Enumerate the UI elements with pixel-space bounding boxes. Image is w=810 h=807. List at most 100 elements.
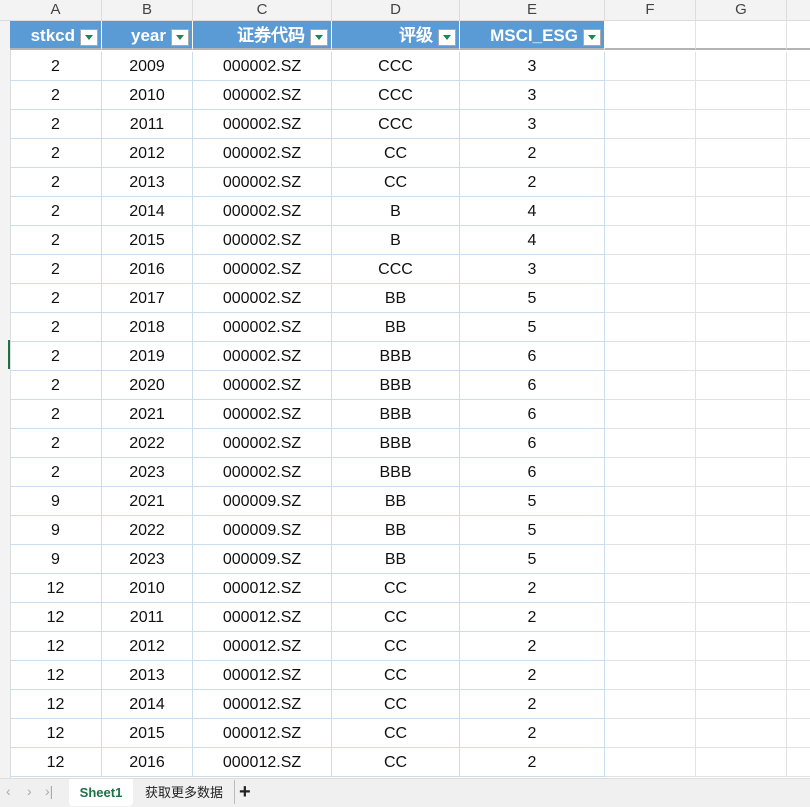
cell[interactable]: 2 — [10, 284, 102, 313]
cell[interactable]: 2 — [10, 458, 102, 487]
cell[interactable]: 5 — [460, 516, 605, 545]
empty-cell[interactable] — [696, 429, 787, 458]
filter-dropdown-icon[interactable] — [438, 29, 456, 46]
empty-cell[interactable] — [605, 748, 696, 777]
empty-cell[interactable] — [696, 719, 787, 748]
empty-cell[interactable] — [605, 719, 696, 748]
empty-cell[interactable] — [696, 21, 787, 50]
empty-cell[interactable] — [605, 429, 696, 458]
empty-cell[interactable] — [696, 400, 787, 429]
cell[interactable]: 2014 — [102, 690, 193, 719]
cell[interactable]: B — [332, 197, 460, 226]
empty-cell[interactable] — [787, 690, 810, 719]
empty-cell[interactable] — [605, 52, 696, 81]
empty-cell[interactable] — [787, 81, 810, 110]
cell[interactable]: 3 — [460, 52, 605, 81]
cell[interactable]: 5 — [460, 487, 605, 516]
cell[interactable]: 12 — [10, 748, 102, 777]
header-cell[interactable]: 评级 — [332, 21, 460, 50]
empty-cell[interactable] — [787, 603, 810, 632]
empty-cell[interactable] — [696, 313, 787, 342]
empty-cell[interactable] — [787, 487, 810, 516]
cell[interactable]: CC — [332, 139, 460, 168]
empty-cell[interactable] — [605, 21, 696, 50]
empty-cell[interactable] — [696, 139, 787, 168]
cell[interactable]: 2010 — [102, 574, 193, 603]
cell[interactable]: BBB — [332, 342, 460, 371]
empty-cell[interactable] — [696, 284, 787, 313]
empty-cell[interactable] — [605, 81, 696, 110]
cell[interactable]: 2 — [10, 400, 102, 429]
empty-cell[interactable] — [605, 371, 696, 400]
cell[interactable]: 2021 — [102, 400, 193, 429]
cell[interactable]: CC — [332, 661, 460, 690]
cell[interactable]: 2011 — [102, 603, 193, 632]
empty-cell[interactable] — [787, 632, 810, 661]
cell[interactable]: 000002.SZ — [193, 400, 332, 429]
header-cell[interactable]: year — [102, 21, 193, 50]
empty-cell[interactable] — [787, 110, 810, 139]
column-header-c[interactable]: C — [193, 0, 332, 20]
cell[interactable]: 5 — [460, 313, 605, 342]
empty-cell[interactable] — [787, 371, 810, 400]
cell[interactable]: BBB — [332, 429, 460, 458]
cell[interactable]: 2 — [10, 371, 102, 400]
cell[interactable]: 2009 — [102, 52, 193, 81]
cell[interactable]: 6 — [460, 400, 605, 429]
empty-cell[interactable] — [787, 661, 810, 690]
cell[interactable]: BB — [332, 487, 460, 516]
cell[interactable]: 6 — [460, 458, 605, 487]
cell[interactable]: 2 — [460, 632, 605, 661]
column-header-g[interactable]: G — [696, 0, 787, 20]
cell[interactable]: 2012 — [102, 139, 193, 168]
cell[interactable]: CC — [332, 748, 460, 777]
empty-cell[interactable] — [787, 21, 810, 50]
cell[interactable]: 2 — [10, 52, 102, 81]
cell[interactable]: CC — [332, 690, 460, 719]
cell[interactable]: CCC — [332, 52, 460, 81]
filter-dropdown-icon[interactable] — [80, 29, 98, 46]
empty-cell[interactable] — [696, 516, 787, 545]
scroll-last-sheet-button[interactable]: ›| — [45, 783, 53, 799]
cell[interactable]: 000002.SZ — [193, 284, 332, 313]
scroll-prev-sheet-button[interactable]: ‹ — [6, 783, 11, 799]
empty-cell[interactable] — [696, 226, 787, 255]
cell[interactable]: 2023 — [102, 458, 193, 487]
cell[interactable]: CC — [332, 632, 460, 661]
cell[interactable]: 4 — [460, 197, 605, 226]
cell[interactable]: 4 — [460, 226, 605, 255]
empty-cell[interactable] — [787, 313, 810, 342]
cell[interactable]: 000012.SZ — [193, 748, 332, 777]
cell[interactable]: 2 — [10, 81, 102, 110]
add-sheet-button[interactable]: + — [234, 780, 251, 804]
header-cell[interactable]: 证券代码 — [193, 21, 332, 50]
cell[interactable]: CCC — [332, 81, 460, 110]
cell[interactable]: 000002.SZ — [193, 139, 332, 168]
cell[interactable]: 000002.SZ — [193, 197, 332, 226]
empty-cell[interactable] — [605, 574, 696, 603]
cell[interactable]: 9 — [10, 545, 102, 574]
empty-cell[interactable] — [696, 545, 787, 574]
column-header-b[interactable]: B — [102, 0, 193, 20]
empty-cell[interactable] — [787, 400, 810, 429]
cell[interactable]: 000009.SZ — [193, 545, 332, 574]
cell[interactable]: 2017 — [102, 284, 193, 313]
cell[interactable]: BB — [332, 313, 460, 342]
cell[interactable]: 000012.SZ — [193, 574, 332, 603]
cell[interactable]: 2015 — [102, 719, 193, 748]
empty-cell[interactable] — [696, 690, 787, 719]
empty-cell[interactable] — [605, 313, 696, 342]
cell[interactable]: 2022 — [102, 516, 193, 545]
cell[interactable]: 000012.SZ — [193, 632, 332, 661]
cell[interactable]: 12 — [10, 632, 102, 661]
empty-cell[interactable] — [696, 110, 787, 139]
empty-cell[interactable] — [605, 168, 696, 197]
cell[interactable]: 3 — [460, 110, 605, 139]
empty-cell[interactable] — [696, 52, 787, 81]
sheet-tab-sheet1[interactable]: Sheet1 — [69, 779, 133, 806]
cell[interactable]: 000002.SZ — [193, 371, 332, 400]
cell[interactable]: 12 — [10, 719, 102, 748]
empty-cell[interactable] — [696, 458, 787, 487]
cell[interactable]: 6 — [460, 342, 605, 371]
cell[interactable]: 2014 — [102, 197, 193, 226]
